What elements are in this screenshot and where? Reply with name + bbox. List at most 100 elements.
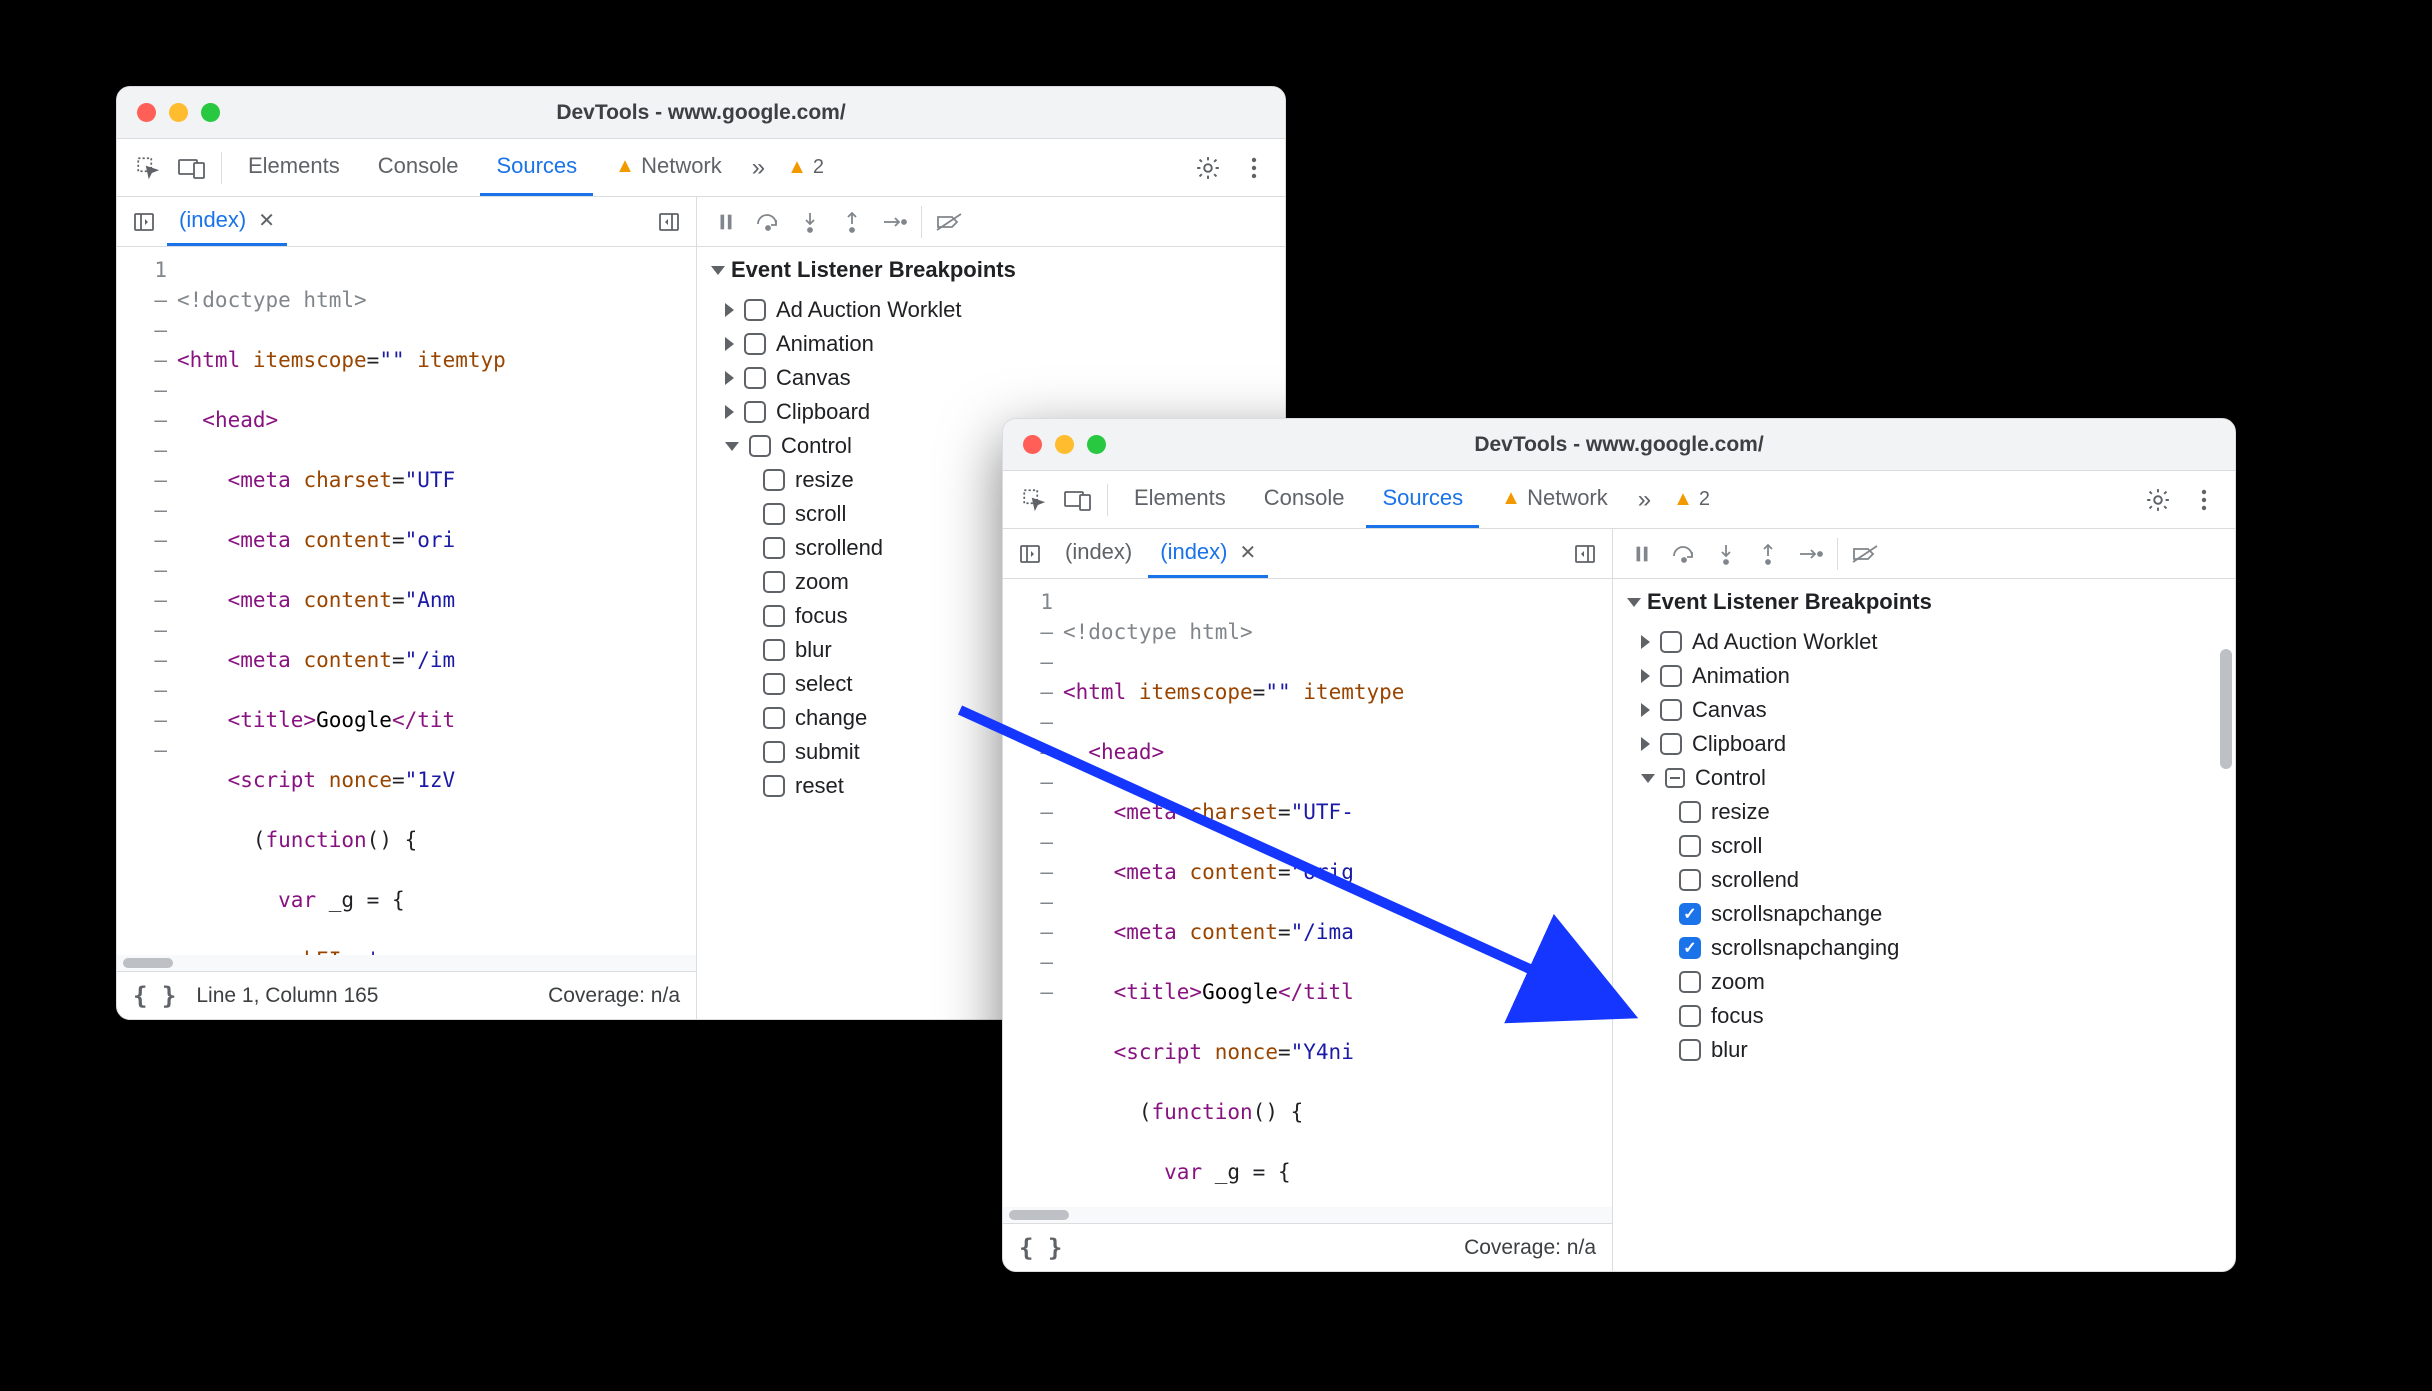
tab-sources[interactable]: Sources bbox=[1366, 471, 1479, 528]
minimize-window-icon[interactable] bbox=[1055, 435, 1074, 454]
bp-event-row[interactable]: scrollsnapchanging bbox=[1613, 931, 2235, 965]
bp-event-row[interactable]: zoom bbox=[1613, 965, 2235, 999]
checkbox[interactable] bbox=[744, 401, 766, 423]
checkbox[interactable] bbox=[1679, 835, 1701, 857]
checkbox[interactable] bbox=[749, 435, 771, 457]
settings-gear-icon[interactable] bbox=[2139, 481, 2177, 519]
bp-event-row[interactable]: blur bbox=[1613, 1033, 2235, 1067]
bp-category-row[interactable]: Canvas bbox=[1613, 693, 2235, 727]
checkbox[interactable] bbox=[1660, 665, 1682, 687]
breakpoints-panel[interactable]: Event Listener Breakpoints Ad Auction Wo… bbox=[1613, 579, 2235, 1271]
pretty-print-icon[interactable]: { } bbox=[1019, 1234, 1062, 1262]
issues-badge[interactable]: ▲ 2 bbox=[1665, 488, 1718, 511]
debugger-toggle-icon[interactable] bbox=[650, 203, 688, 241]
debugger-toggle-icon[interactable] bbox=[1566, 535, 1604, 573]
checkbox[interactable] bbox=[763, 639, 785, 661]
tab-console[interactable]: Console bbox=[1248, 471, 1361, 528]
checkbox[interactable] bbox=[1679, 971, 1701, 993]
checkbox[interactable] bbox=[744, 333, 766, 355]
checkbox[interactable] bbox=[763, 775, 785, 797]
minimize-window-icon[interactable] bbox=[169, 103, 188, 122]
step-into-icon[interactable] bbox=[791, 203, 829, 241]
bp-category-row[interactable]: Canvas bbox=[697, 361, 1285, 395]
checkbox[interactable] bbox=[763, 673, 785, 695]
checkbox[interactable] bbox=[1660, 733, 1682, 755]
code-editor[interactable]: 1–––––––––––––––– <!doctype html> <html … bbox=[117, 247, 696, 971]
checkbox[interactable] bbox=[763, 469, 785, 491]
bp-event-row[interactable]: scrollend bbox=[1613, 863, 2235, 897]
event-listener-breakpoints-header[interactable]: Event Listener Breakpoints bbox=[1613, 579, 2235, 625]
bp-category-row[interactable]: Animation bbox=[1613, 659, 2235, 693]
horizontal-scrollbar[interactable] bbox=[117, 955, 696, 971]
tab-elements[interactable]: Elements bbox=[232, 139, 356, 196]
bp-category-row[interactable]: Control bbox=[1613, 761, 2235, 795]
bp-event-row[interactable]: resize bbox=[1613, 795, 2235, 829]
checkbox[interactable] bbox=[763, 571, 785, 593]
step-out-icon[interactable] bbox=[1749, 535, 1787, 573]
more-tabs-chevron-icon[interactable]: » bbox=[744, 154, 773, 182]
inspect-icon[interactable] bbox=[129, 149, 167, 187]
more-tabs-chevron-icon[interactable]: » bbox=[1630, 486, 1659, 514]
checkbox[interactable] bbox=[763, 537, 785, 559]
horizontal-scrollbar[interactable] bbox=[1003, 1207, 1612, 1223]
bp-event-row[interactable]: scrollsnapchange bbox=[1613, 897, 2235, 931]
device-toggle-icon[interactable] bbox=[1059, 481, 1097, 519]
pause-icon[interactable] bbox=[1623, 535, 1661, 573]
checkbox-checked[interactable] bbox=[1679, 937, 1701, 959]
indeterminate-checkbox[interactable] bbox=[1665, 768, 1685, 788]
deactivate-breakpoints-icon[interactable] bbox=[1846, 535, 1884, 573]
step-out-icon[interactable] bbox=[833, 203, 871, 241]
checkbox[interactable] bbox=[1679, 869, 1701, 891]
pause-icon[interactable] bbox=[707, 203, 745, 241]
close-icon[interactable]: ✕ bbox=[1240, 540, 1257, 565]
zoom-window-icon[interactable] bbox=[201, 103, 220, 122]
close-window-icon[interactable] bbox=[1023, 435, 1042, 454]
bp-category-row[interactable]: Ad Auction Worklet bbox=[697, 293, 1285, 327]
bp-event-row[interactable]: focus bbox=[1613, 999, 2235, 1033]
checkbox[interactable] bbox=[763, 503, 785, 525]
close-window-icon[interactable] bbox=[137, 103, 156, 122]
checkbox[interactable] bbox=[763, 605, 785, 627]
close-icon[interactable]: ✕ bbox=[258, 208, 275, 233]
navigator-toggle-icon[interactable] bbox=[125, 203, 163, 241]
kebab-menu-icon[interactable] bbox=[1235, 149, 1273, 187]
inspect-icon[interactable] bbox=[1015, 481, 1053, 519]
filetab-index-active[interactable]: (index) ✕ bbox=[1148, 529, 1268, 578]
event-listener-breakpoints-header[interactable]: Event Listener Breakpoints bbox=[697, 247, 1285, 293]
checkbox[interactable] bbox=[1660, 699, 1682, 721]
bp-category-row[interactable]: Ad Auction Worklet bbox=[1613, 625, 2235, 659]
tab-sources[interactable]: Sources bbox=[480, 139, 593, 196]
step-into-icon[interactable] bbox=[1707, 535, 1745, 573]
tab-elements[interactable]: Elements bbox=[1118, 471, 1242, 528]
settings-gear-icon[interactable] bbox=[1189, 149, 1227, 187]
step-over-icon[interactable] bbox=[1665, 535, 1703, 573]
issues-badge[interactable]: ▲ 2 bbox=[779, 156, 832, 179]
checkbox[interactable] bbox=[1679, 1039, 1701, 1061]
pretty-print-icon[interactable]: { } bbox=[133, 982, 176, 1010]
bp-category-row[interactable]: Animation bbox=[697, 327, 1285, 361]
code-editor[interactable]: 1––––––––––––– <!doctype html> <html ite… bbox=[1003, 579, 1612, 1223]
checkbox[interactable] bbox=[763, 707, 785, 729]
checkbox[interactable] bbox=[1679, 1005, 1701, 1027]
kebab-menu-icon[interactable] bbox=[2185, 481, 2223, 519]
checkbox[interactable] bbox=[1679, 801, 1701, 823]
tab-console[interactable]: Console bbox=[362, 139, 475, 196]
step-icon[interactable] bbox=[875, 203, 913, 241]
bp-event-row[interactable]: scroll bbox=[1613, 829, 2235, 863]
checkbox-checked[interactable] bbox=[1679, 903, 1701, 925]
filetab-index[interactable]: (index) ✕ bbox=[167, 197, 287, 246]
checkbox[interactable] bbox=[763, 741, 785, 763]
bp-category-row[interactable]: Clipboard bbox=[1613, 727, 2235, 761]
zoom-window-icon[interactable] bbox=[1087, 435, 1106, 454]
navigator-toggle-icon[interactable] bbox=[1011, 535, 1049, 573]
checkbox[interactable] bbox=[744, 299, 766, 321]
step-over-icon[interactable] bbox=[749, 203, 787, 241]
vertical-scrollbar[interactable] bbox=[2219, 649, 2233, 1251]
tab-network[interactable]: ▲ Network bbox=[599, 139, 738, 196]
deactivate-breakpoints-icon[interactable] bbox=[930, 203, 968, 241]
checkbox[interactable] bbox=[1660, 631, 1682, 653]
tab-network[interactable]: ▲ Network bbox=[1485, 471, 1624, 528]
checkbox[interactable] bbox=[744, 367, 766, 389]
step-icon[interactable] bbox=[1791, 535, 1829, 573]
filetab-index[interactable]: (index) bbox=[1053, 529, 1144, 578]
